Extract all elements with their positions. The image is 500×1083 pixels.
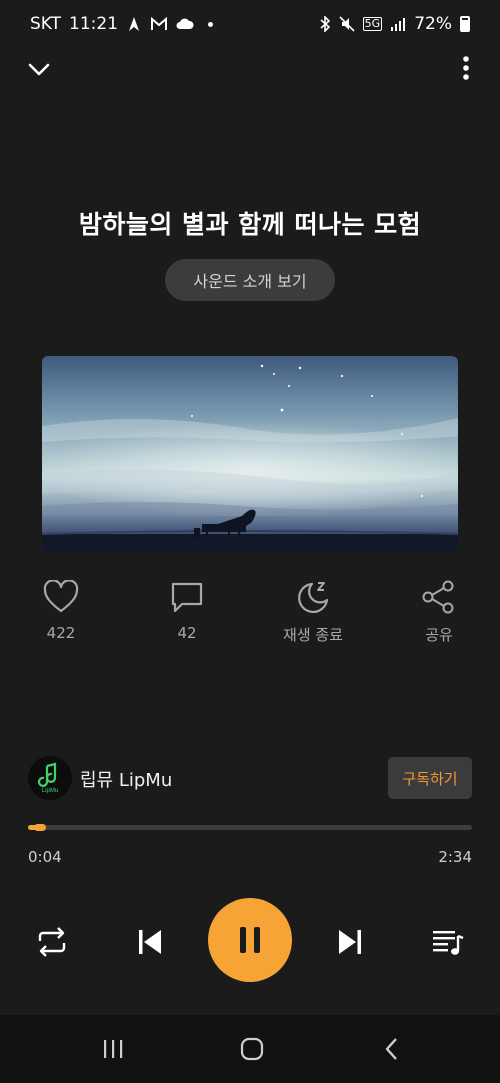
share-action[interactable]: 공유 [389, 580, 489, 650]
like-action[interactable]: 422 [11, 580, 111, 650]
share-icon[interactable] [421, 580, 457, 614]
sleep-timer-icon[interactable] [295, 580, 331, 614]
clock: 11:21 [69, 14, 119, 34]
home-icon[interactable] [237, 1035, 267, 1063]
heart-icon[interactable] [43, 580, 79, 614]
logo-wordmark: LipMu [42, 788, 58, 794]
chevron-down-icon[interactable] [24, 54, 54, 84]
share-label: 공유 [425, 626, 453, 644]
gmail-icon [151, 17, 168, 30]
mute-icon [339, 16, 355, 32]
sleep-timer-label: 재생 종료 [283, 626, 343, 644]
rocket-icon [129, 17, 140, 31]
playlist-icon [433, 931, 464, 955]
status-left: SKT 11:21 [30, 14, 214, 34]
lipmu-logo-icon: LipMu [37, 762, 58, 794]
progress-handle[interactable] [34, 824, 46, 831]
skip-next-icon [339, 930, 361, 954]
status-right: 5G 72% [319, 14, 470, 34]
more-vertical-icon[interactable] [458, 54, 474, 84]
battery-icon [460, 16, 470, 32]
comment-count: 42 [177, 624, 197, 642]
like-count: 422 [46, 624, 76, 642]
next-button[interactable] [328, 920, 372, 964]
recent-apps-icon[interactable] [98, 1035, 128, 1063]
total-time: 2:34 [438, 848, 472, 866]
bluetooth-icon [320, 16, 330, 32]
progress-track[interactable] [28, 825, 472, 830]
battery-percent: 72% [414, 14, 452, 34]
repeat-icon [38, 927, 66, 957]
repeat-button[interactable] [30, 920, 74, 964]
pause-button[interactable] [208, 898, 292, 982]
notification-dot [208, 21, 214, 27]
channel-avatar[interactable]: LipMu [28, 756, 72, 800]
status-bar: SKT 11:21 5G 72% [0, 0, 500, 48]
album-artwork [42, 356, 458, 552]
playlist-button[interactable] [426, 920, 470, 964]
current-time: 0:04 [28, 848, 62, 866]
network-type: 5G [362, 17, 383, 31]
system-navigation-bar [0, 1015, 500, 1083]
signal-icon [391, 18, 406, 31]
subscribe-button[interactable]: 구독하기 [388, 757, 472, 799]
track-title: 밤하늘의 별과 함께 떠나는 모험 [78, 210, 422, 239]
skip-previous-icon [139, 930, 161, 954]
sound-intro-button[interactable]: 사운드 소개 보기 [165, 259, 335, 301]
carrier-label: SKT [30, 14, 62, 34]
channel-name[interactable]: 립뮤 LipMu [80, 766, 172, 792]
comment-icon[interactable] [169, 580, 205, 614]
night-sky-piano-illustration [42, 356, 458, 552]
channel-row: LipMu 립뮤 LipMu 구독하기 [28, 756, 472, 800]
back-icon[interactable] [377, 1035, 407, 1063]
sleep-timer-action[interactable]: 재생 종료 [263, 580, 363, 650]
pause-icon [240, 927, 260, 953]
cloud-icon [176, 18, 194, 29]
previous-button[interactable] [128, 920, 172, 964]
comment-action[interactable]: 42 [137, 580, 237, 650]
